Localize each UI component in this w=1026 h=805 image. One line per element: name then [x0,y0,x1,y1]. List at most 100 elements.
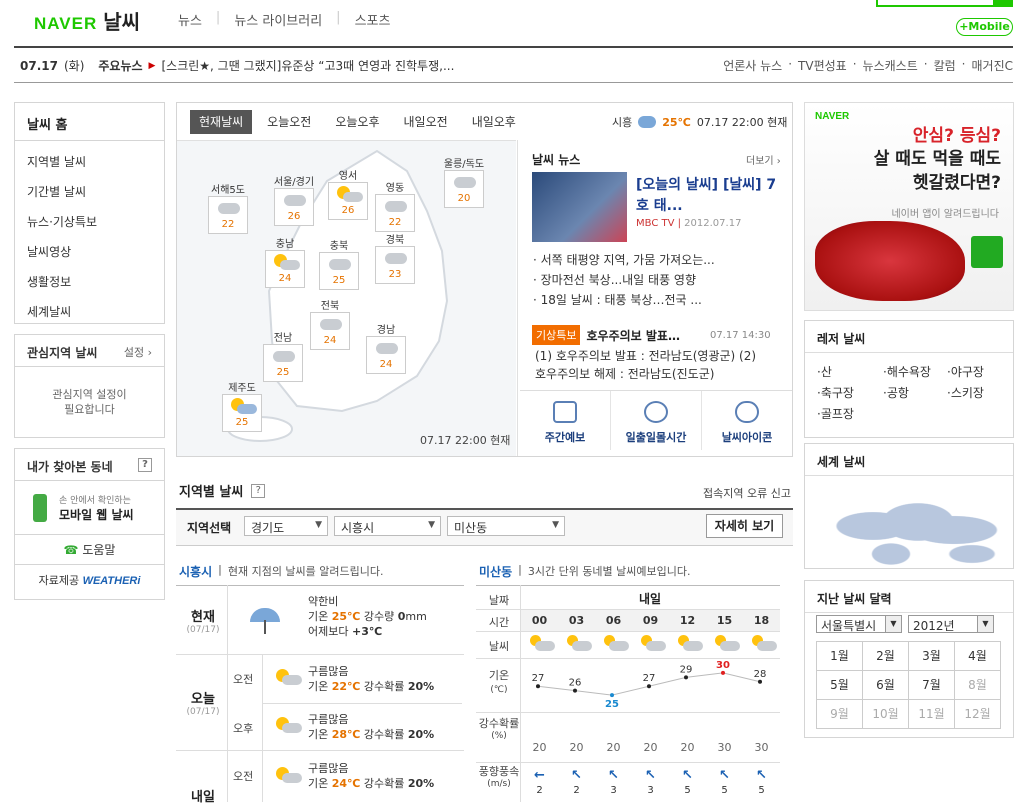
month-cell[interactable]: 5월 [817,671,863,700]
leisure-soccer[interactable]: ·축구장 [817,384,883,401]
weather-warning: 기상특보 호우주의보 발표… 07.17 14:30 [532,325,771,345]
detail-button[interactable]: 자세히 보기 [706,514,783,538]
leisure-airport[interactable]: ·공항 [883,384,947,401]
favorite-setting-link[interactable]: 설정 › [124,344,152,359]
wind-speed-cell: 2 [536,785,543,796]
month-cell[interactable]: 7월 [909,671,955,700]
weekly-forecast-button[interactable]: 주간예보 [520,391,611,450]
leisure-mountain[interactable]: ·산 [817,363,883,380]
month-cell[interactable]: 10월 [863,700,909,729]
month-cell[interactable]: 12월 [955,700,1001,729]
sidebar-item-period[interactable]: 기간별 날씨 [27,177,152,207]
map-region-temp: 26 [341,205,355,216]
naver-logo[interactable]: NAVER 날씨 [34,6,140,35]
map-region-marker[interactable]: 26 [274,188,314,226]
mobile-web-link[interactable]: 손 안에서 확인하는 모바일 웹 날씨 [15,481,164,535]
news-thumbnail[interactable] [532,172,627,242]
sidebar-item-news[interactable]: 뉴스·기상특보 [27,207,152,237]
province-select[interactable]: 경기도 ▼ [244,516,328,536]
sidebar-item-world[interactable]: 세계날씨 [27,297,152,327]
map-region-marker[interactable]: 24 [310,312,350,350]
leisure-baseball[interactable]: ·야구장 [947,363,1007,380]
warning-text[interactable]: (1) 호우주의보 발표 : 전라남도(영광군) (2) 호우주의보 해제 : 전… [535,347,785,383]
calendar-city-select[interactable]: 서울특별시 ▼ [816,615,902,633]
news-more-link[interactable]: 더보기 › [746,152,781,167]
wind-speed-cell: 3 [647,785,654,796]
today-day: (화) [63,59,85,73]
month-cell[interactable]: 9월 [817,700,863,729]
sun-cloud-icon [268,714,302,740]
month-cell[interactable]: 11월 [909,700,955,729]
main-news-headline[interactable]: [스크린★, 그땐 그랬지]유준상 “고3때 연영과 진학투쟁,... [161,57,454,74]
search-input[interactable] [876,0,1012,7]
news-item[interactable]: · 18일 날씨 : 태풍 북상…전국 ... [533,290,715,310]
month-cell[interactable]: 8월 [955,671,1001,700]
map-region-marker[interactable]: 22 [208,196,248,234]
map-region-name: 전북 [320,301,340,312]
leisure-weather-box: 레저 날씨 ·산 ·해수욕장 ·야구장 ·축구장 ·공항 ·스키장 ·골프장 [804,320,1014,438]
report-error-link[interactable]: 접속지역 오류 신고 [703,485,791,501]
favorite-message-2: 필요합니다 [64,403,115,416]
link-tv-schedule[interactable]: TV편성표 [798,57,847,74]
sidebar-item-video[interactable]: 날씨영상 [27,237,152,267]
leisure-golf[interactable]: ·골프장 [817,405,883,422]
map-region-marker[interactable]: 25 [263,344,303,382]
city-select[interactable]: 시흥시 ▼ [334,516,441,536]
sidebar-item-life[interactable]: 생활정보 [27,267,152,297]
weatheri-logo[interactable]: WEATHERi [83,575,141,587]
weather-icon-button[interactable]: 날씨아이콘 [702,391,792,450]
map-region-marker[interactable]: 23 [375,246,415,284]
newsbar-divider [14,82,1013,83]
help-icon[interactable]: ? [138,458,152,472]
search-button[interactable] [993,0,1013,7]
sidebar-item-regional[interactable]: 지역별 날씨 [27,147,152,177]
month-cell[interactable]: 4월 [955,642,1001,671]
leisure-beach[interactable]: ·해수욕장 [883,363,947,380]
wind-speed-cell: 5 [758,785,765,796]
leisure-ski[interactable]: ·스키장 [947,384,1007,401]
nav-news[interactable]: 뉴스 [178,10,202,29]
tab-today-am[interactable]: 오늘오전 [258,110,320,134]
map-region-marker[interactable]: 20 [444,170,484,208]
news-headline[interactable]: [오늘의 날씨] [날씨] 7호 태... [636,175,786,217]
calendar-year-select[interactable]: 2012년 ▼ [908,615,994,633]
current-temp: 25℃ [662,115,691,129]
map-region-marker[interactable]: 25 [222,394,262,432]
month-cell[interactable]: 1월 [817,642,863,671]
map-region-marker[interactable]: 24 [366,336,406,374]
sun-cloud-icon [558,633,595,655]
service-title[interactable]: 날씨 [103,12,140,34]
current-summary: 시흥 25℃ 07.17 22:00 현재 [612,114,787,130]
map-region-marker[interactable]: 25 [319,252,359,290]
news-item[interactable]: · 장마전선 북상...내일 태풍 영향 [533,270,715,290]
mobile-button[interactable]: +Mobile [956,18,1013,36]
help-icon[interactable]: ? [251,483,266,498]
chevron-down-icon: ▼ [315,520,322,530]
news-item[interactable]: · 서쪽 태평양 지역, 가뭄 가져오는... [533,250,715,270]
tab-tomorrow-pm[interactable]: 내일오후 [463,110,525,134]
map-region-temp: 25 [332,275,346,286]
help-link[interactable]: ☎ 도움말 [15,535,164,565]
map-region-marker[interactable]: 26 [328,182,368,220]
link-magazine[interactable]: 매거진C [972,57,1014,74]
nav-sports[interactable]: 스포츠 [355,10,391,29]
sunrise-sunset-button[interactable]: 일출일몰시간 [611,391,702,450]
temp-label: 26 [569,678,582,689]
advertisement-banner[interactable]: NAVER 안심? 등심? 살 때도 먹을 때도 헷갈렸다면? 네이버 앱이 알려… [804,102,1014,311]
nav-news-library[interactable]: 뉴스 라이브러리 [234,10,322,29]
month-cell[interactable]: 6월 [863,671,909,700]
link-newscast[interactable]: 뉴스캐스트 [863,57,918,74]
tab-today-pm[interactable]: 오늘오후 [326,110,388,134]
tab-tomorrow-am[interactable]: 내일오전 [395,110,457,134]
sidebar-home[interactable]: 날씨 홈 [15,103,164,141]
dong-select[interactable]: 미산동 ▼ [447,516,565,536]
world-map[interactable] [819,494,999,574]
link-press-news[interactable]: 언론사 뉴스 [723,57,782,74]
month-cell[interactable]: 3월 [909,642,955,671]
warning-title[interactable]: 호우주의보 발표… [586,327,679,344]
link-column[interactable]: 칼럼 [934,57,956,74]
map-region-marker[interactable]: 22 [375,194,415,232]
tab-current[interactable]: 현재날씨 [190,110,253,134]
month-cell[interactable]: 2월 [863,642,909,671]
map-region-marker[interactable]: 24 [265,250,305,288]
